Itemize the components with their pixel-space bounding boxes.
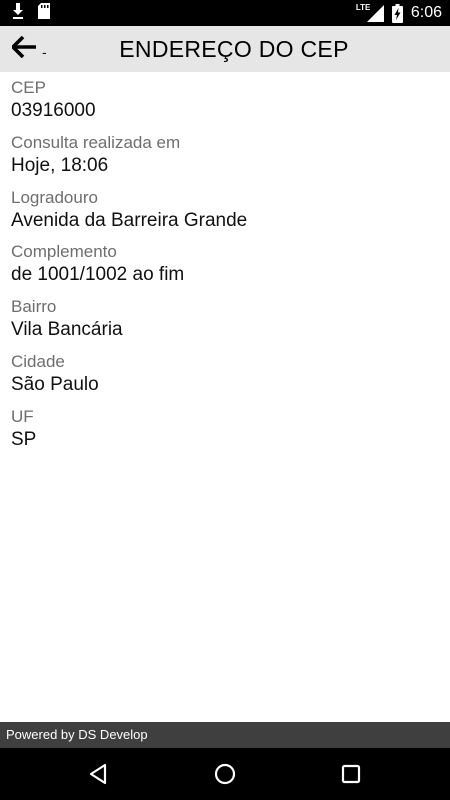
field-label: Consulta realizada em bbox=[11, 132, 181, 152]
field-label: CEP bbox=[11, 78, 46, 97]
field-cidade: Cidade São Paulo bbox=[11, 352, 441, 407]
field-label: Logradouro bbox=[11, 187, 98, 207]
field-complemento: Complemento de 1001/1002 ao fim bbox=[11, 242, 441, 297]
home-circle-icon[interactable] bbox=[211, 760, 239, 788]
field-label: Bairro bbox=[11, 297, 57, 317]
sd-card-icon bbox=[38, 2, 50, 24]
field-label: Complemento bbox=[11, 242, 117, 262]
field-value: São Paulo bbox=[11, 373, 99, 395]
field-label: Cidade bbox=[11, 351, 65, 371]
field-value: 03916000 bbox=[11, 100, 96, 121]
address-details: CEP 03916000 Consulta realizada em Hoje,… bbox=[11, 78, 441, 462]
field-value: SP bbox=[11, 428, 37, 450]
status-left-icons bbox=[12, 2, 50, 24]
field-uf: UF SP bbox=[11, 407, 441, 462]
page-title: ENDEREÇO DO CEP bbox=[119, 36, 349, 62]
status-right-icons: LTE 6:06 bbox=[356, 3, 442, 23]
field-logradouro: Logradouro Avenida da Barreira Grande bbox=[11, 188, 441, 243]
system-nav-bar bbox=[0, 748, 450, 800]
powered-by-footer: Powered by DS Develop bbox=[0, 722, 450, 748]
app-bar: - ENDEREÇO DO CEP bbox=[0, 26, 450, 72]
battery-charging-icon bbox=[391, 3, 403, 23]
field-value: Hoje, 18:06 bbox=[11, 154, 109, 176]
field-cep: CEP 03916000 bbox=[11, 78, 441, 133]
field-consulta: Consulta realizada em Hoje, 18:06 bbox=[11, 133, 441, 188]
field-value: Vila Bancária bbox=[11, 319, 123, 341]
status-time: 6:06 bbox=[410, 4, 442, 21]
recents-square-icon[interactable] bbox=[337, 760, 365, 788]
field-label: UF bbox=[11, 406, 34, 426]
field-bairro: Bairro Vila Bancária bbox=[11, 297, 441, 352]
signal-icon: LTE bbox=[356, 3, 384, 22]
status-bar: LTE 6:06 bbox=[0, 0, 450, 26]
field-value: de 1001/1002 ao fim bbox=[11, 264, 185, 286]
field-value: Avenida da Barreira Grande bbox=[11, 209, 248, 231]
download-icon bbox=[12, 2, 24, 24]
back-triangle-icon[interactable] bbox=[84, 760, 112, 788]
